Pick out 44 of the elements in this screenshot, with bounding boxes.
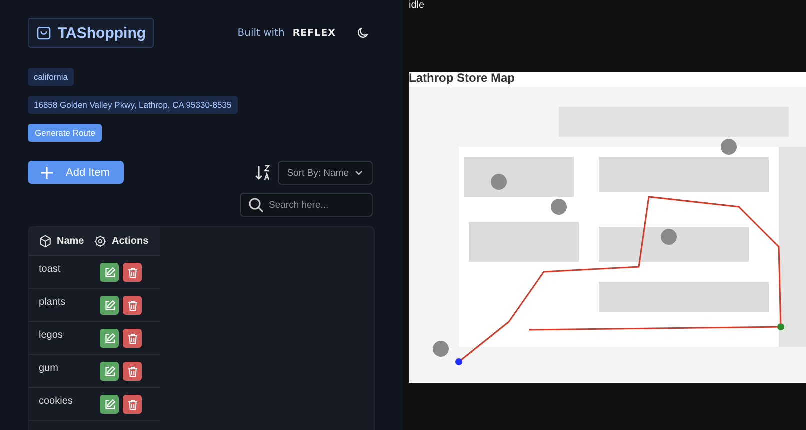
delete-button[interactable]: [123, 263, 142, 282]
app-name: TAShopping: [58, 24, 146, 42]
trash-icon: [126, 398, 138, 410]
column-header: Actions: [112, 236, 149, 246]
edit-icon: [104, 332, 116, 344]
table-cell-text: cookies: [38, 395, 74, 407]
trash-icon: [126, 332, 138, 344]
edit-button[interactable]: [100, 395, 119, 414]
chevron-down-icon: [354, 168, 364, 178]
edit-button[interactable]: [100, 263, 119, 282]
plus-icon: [40, 166, 54, 180]
edit-button[interactable]: [100, 296, 119, 315]
moon-icon: [356, 26, 370, 40]
edit-icon: [104, 366, 116, 378]
shopping-bag-icon: [36, 25, 52, 41]
gear-icon: [94, 234, 107, 248]
brand-logo[interactable]: REFLEX: [292, 28, 336, 38]
trash-icon: [126, 300, 138, 312]
table-cell-text: legos: [38, 329, 64, 341]
edit-button[interactable]: [100, 362, 119, 381]
delete-button[interactable]: [123, 362, 142, 381]
edit-button[interactable]: [100, 329, 119, 348]
cube-icon: [39, 234, 52, 248]
address-badge: 16858 Golden Valley Pkwy, Lathrop, CA 95330-8535: [28, 96, 238, 114]
edit-icon: [104, 300, 116, 312]
location-badge: california: [28, 68, 74, 86]
table-cell-text: toast: [38, 263, 62, 275]
table-cell-text: plants: [38, 296, 67, 308]
status-text: idle: [409, 0, 426, 13]
trash-icon: [126, 366, 138, 378]
built-with-label: Built with: [238, 28, 285, 38]
column-header: Name: [57, 236, 84, 246]
delete-button[interactable]: [123, 296, 142, 315]
table-cell-text: gum: [38, 362, 60, 374]
delete-button[interactable]: [123, 329, 142, 348]
sort-select[interactable]: Sort By: Name: [278, 161, 373, 185]
edit-icon: [104, 398, 116, 410]
edit-icon: [104, 266, 116, 278]
app-logo[interactable]: TAShopping: [28, 18, 154, 48]
delete-button[interactable]: [123, 395, 142, 414]
trash-icon: [126, 266, 138, 278]
map-title: Lathrop Store Map: [409, 72, 516, 87]
search-field[interactable]: Search here...: [240, 193, 373, 217]
sort-icon: [254, 164, 272, 182]
